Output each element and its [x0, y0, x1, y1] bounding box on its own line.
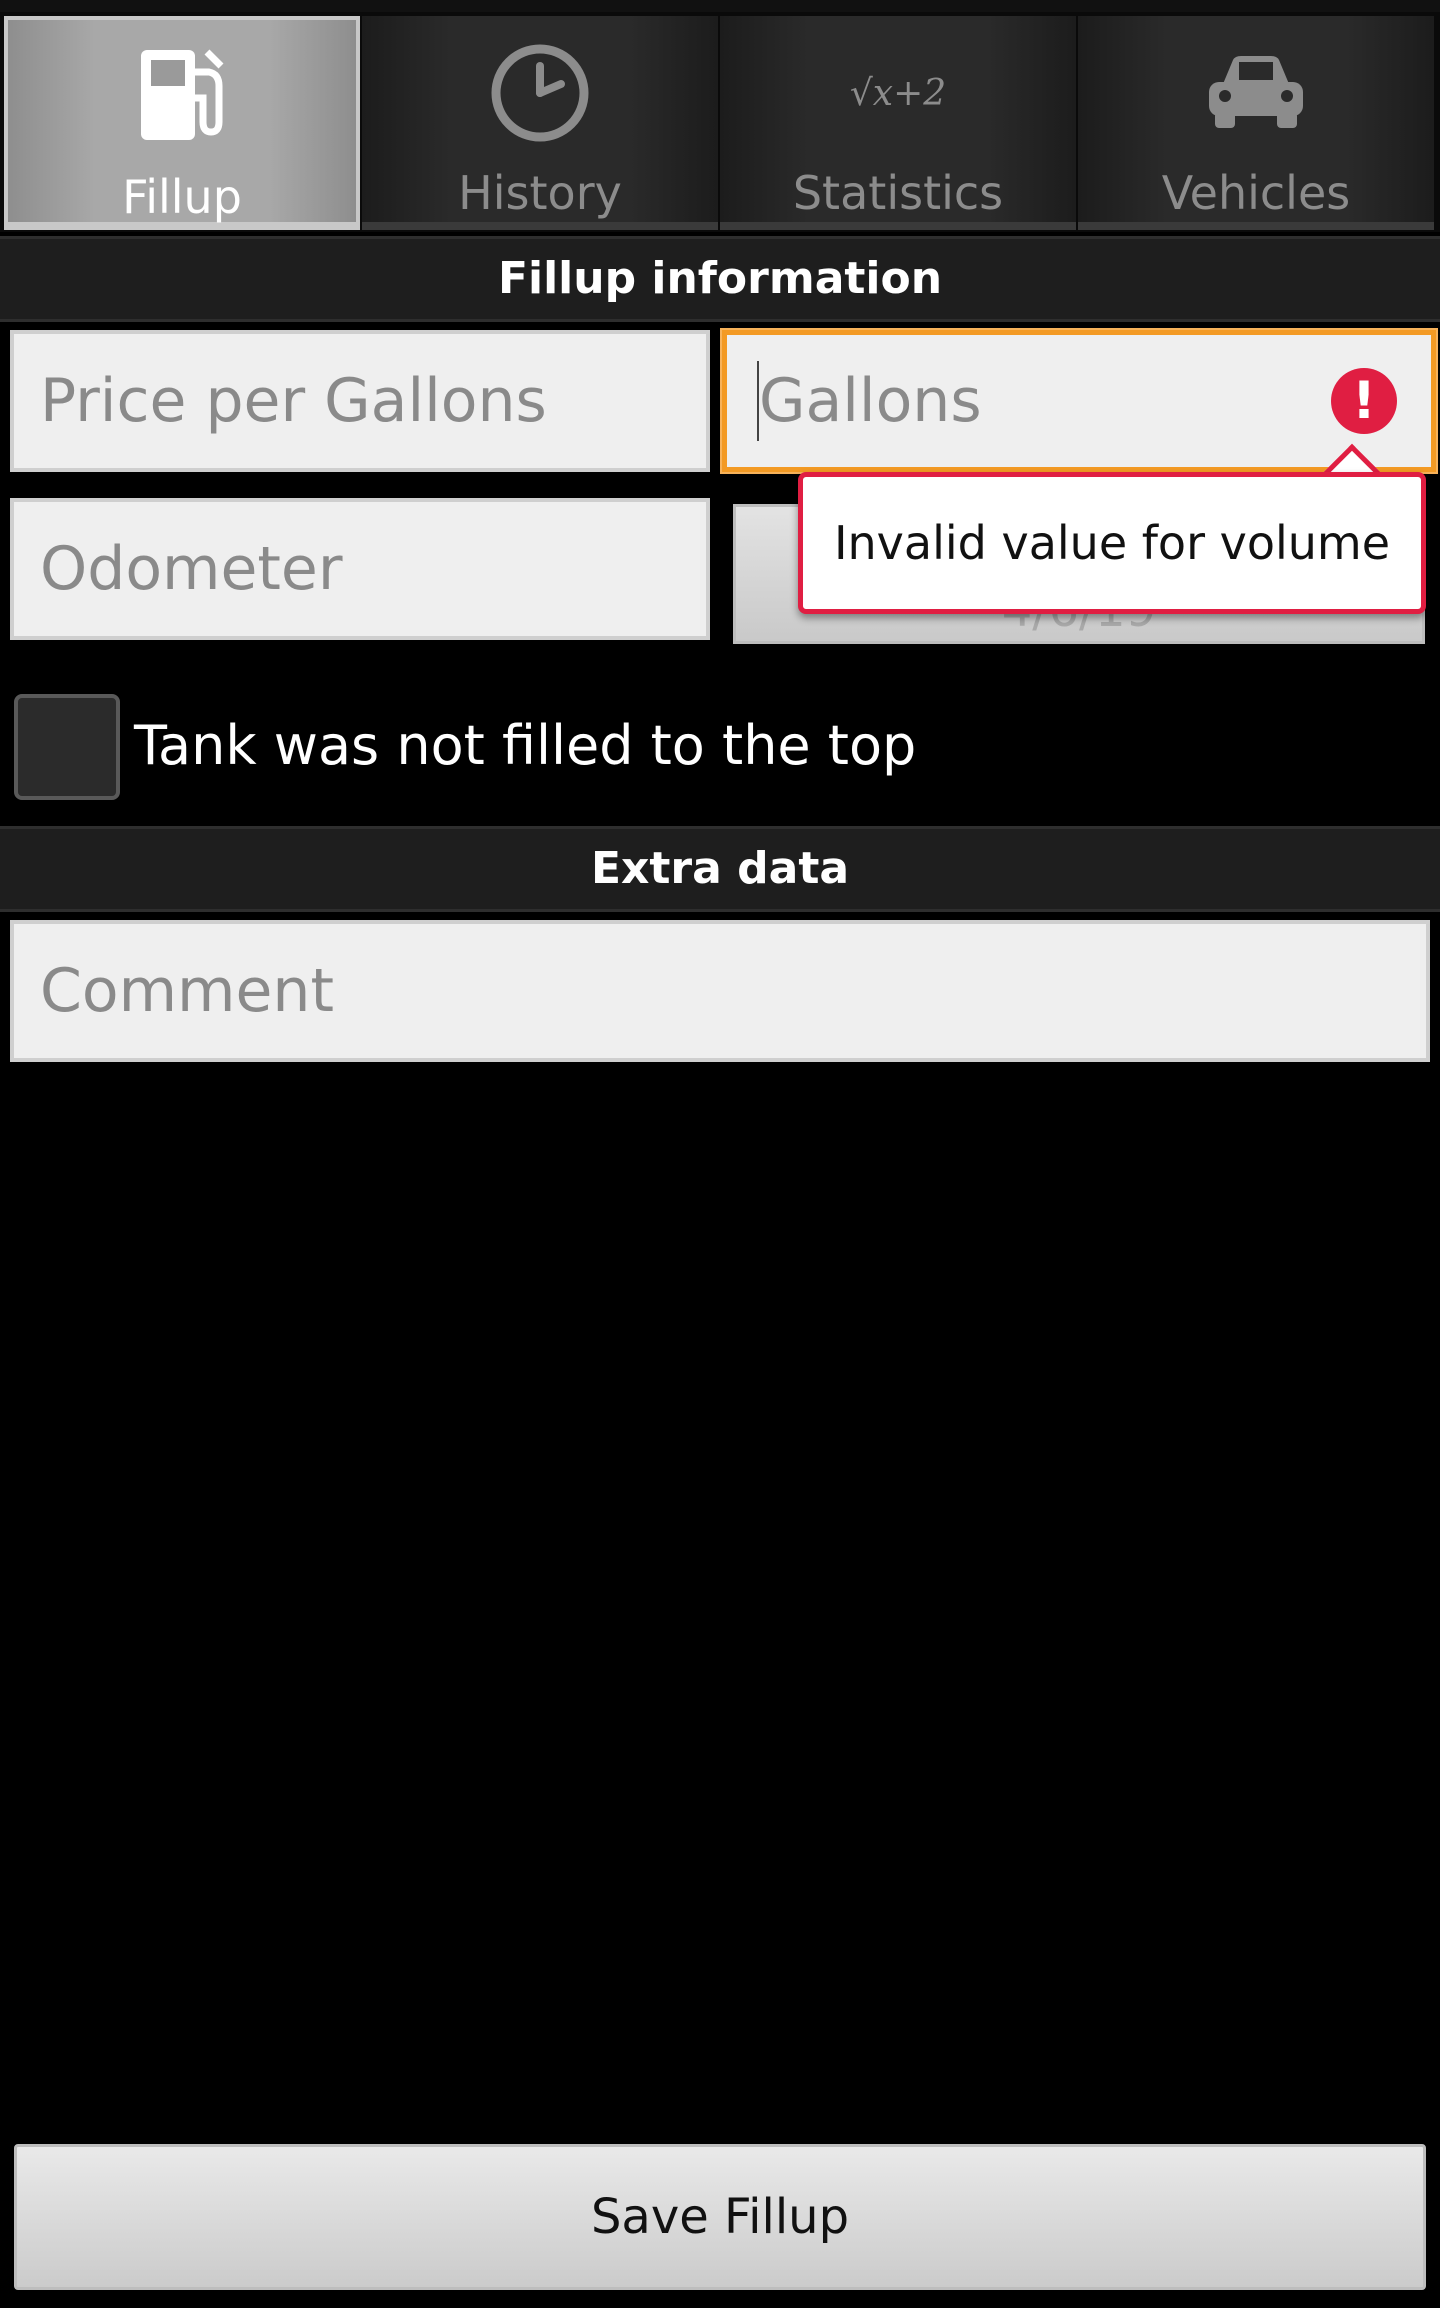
tab-label: Statistics — [792, 166, 1004, 220]
tab-label: Vehicles — [1161, 166, 1351, 220]
formula-icon-text: √x+2 — [849, 72, 947, 114]
error-message: Invalid value for volume — [833, 516, 1391, 570]
tab-history[interactable]: History — [362, 16, 718, 230]
tab-vehicles[interactable]: Vehicles — [1078, 16, 1434, 230]
tab-statistics[interactable]: √x+2 Statistics — [720, 16, 1076, 230]
tab-fillup[interactable]: Fillup — [4, 16, 360, 230]
car-icon — [1078, 38, 1434, 148]
comment-placeholder: Comment — [40, 956, 334, 1026]
not-filled-label[interactable]: Tank was not filled to the top — [134, 714, 916, 777]
price-placeholder: Price per Gallons — [40, 366, 547, 436]
formula-icon: √x+2 — [720, 38, 1076, 148]
odometer-input[interactable]: Odometer — [10, 498, 710, 640]
fuel-pump-icon — [8, 42, 356, 152]
save-fillup-label: Save Fillup — [590, 2189, 850, 2245]
clock-icon — [362, 38, 718, 148]
save-fillup-button[interactable]: Save Fillup — [14, 2144, 1426, 2290]
tab-label: History — [458, 166, 622, 220]
gallons-input[interactable]: Gallons ! — [722, 330, 1436, 472]
price-per-gallon-input[interactable]: Price per Gallons — [10, 330, 710, 472]
error-tooltip: Invalid value for volume — [798, 472, 1426, 614]
not-filled-checkbox[interactable] — [14, 694, 120, 800]
error-icon-glyph: ! — [1352, 371, 1376, 431]
section-header-extra-data: Extra data — [0, 826, 1440, 912]
tab-label: Fillup — [122, 170, 242, 224]
section-header-fillup-information: Fillup information — [0, 236, 1440, 322]
gallons-placeholder: Gallons — [759, 366, 982, 436]
comment-input[interactable]: Comment — [10, 920, 1430, 1062]
tab-bar: Fillup History √x+2 Statistics Vehicles — [0, 0, 1440, 232]
odometer-placeholder: Odometer — [40, 534, 343, 604]
error-icon: ! — [1331, 368, 1397, 434]
